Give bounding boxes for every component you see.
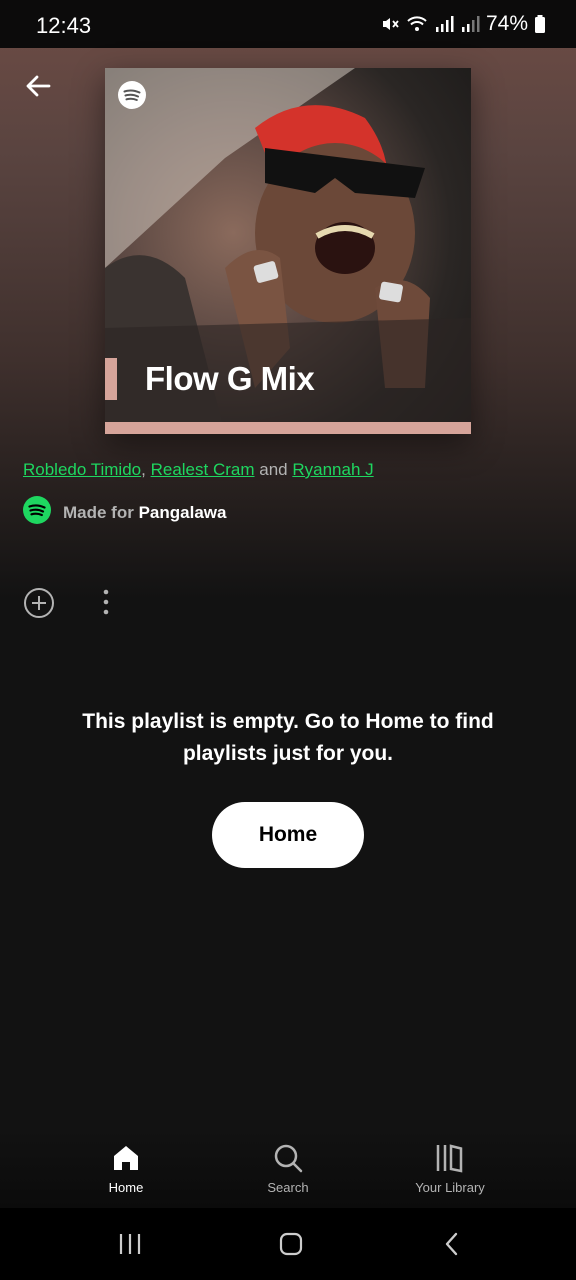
add-to-library-button[interactable] — [22, 586, 56, 620]
system-home-button[interactable] — [271, 1228, 311, 1260]
go-home-button[interactable]: Home — [212, 802, 364, 868]
made-for-prefix: Made for — [63, 502, 134, 522]
nav-item-home[interactable]: Home — [66, 1142, 186, 1195]
cover-bottom-strip — [105, 422, 471, 434]
more-vertical-icon — [103, 589, 109, 615]
cover-title: Flow G Mix — [145, 360, 315, 397]
chevron-left-icon — [445, 1232, 458, 1256]
system-navigation-bar — [0, 1208, 576, 1280]
cover-accent-bar — [105, 358, 117, 400]
artist-link[interactable]: Robledo Timido — [23, 460, 141, 479]
signal-2-icon — [460, 14, 480, 34]
artist-separator: , — [141, 460, 146, 479]
mute-icon — [380, 14, 400, 34]
recent-apps-button[interactable] — [110, 1228, 150, 1260]
playlist-cover-art: Flow G Mix — [105, 68, 471, 434]
nav-label-home: Home — [108, 1180, 144, 1195]
status-time: 12:43 — [36, 13, 92, 38]
battery-percent: 74% — [485, 12, 528, 35]
home-icon — [114, 1146, 138, 1170]
system-back-button[interactable] — [432, 1228, 472, 1260]
artists-line: Robledo Timido, Realest Cram and Ryannah… — [23, 460, 374, 480]
nav-label-library: Your Library — [415, 1180, 485, 1195]
made-for-user[interactable]: Pangalawa — [139, 503, 227, 522]
status-bar: 12:43 74% — [0, 0, 576, 48]
nav-item-library[interactable]: Your Library — [390, 1142, 510, 1195]
more-options-button[interactable] — [94, 586, 118, 620]
recent-apps-icon — [119, 1234, 141, 1254]
battery-icon — [534, 14, 546, 34]
spotify-icon — [23, 496, 51, 529]
plus-circle-icon — [24, 588, 54, 618]
artist-link[interactable]: Realest Cram — [151, 460, 255, 479]
home-square-icon — [279, 1232, 303, 1256]
spotify-logo-icon — [118, 81, 146, 109]
search-icon — [274, 1144, 303, 1173]
nav-item-search[interactable]: Search — [228, 1142, 348, 1195]
artist-separator-and: and — [259, 460, 288, 479]
made-for-line: Made for Pangalawa — [23, 496, 226, 529]
library-icon — [436, 1144, 463, 1173]
arrow-left-icon — [26, 75, 51, 97]
wifi-icon — [406, 14, 428, 34]
nav-label-search: Search — [267, 1180, 309, 1195]
artist-link[interactable]: Ryannah J — [292, 460, 373, 479]
bottom-navigation: Home Search Your Library — [0, 1128, 576, 1208]
status-icons: 74% — [380, 12, 546, 36]
signal-icon — [434, 14, 454, 34]
back-button[interactable] — [18, 66, 58, 106]
empty-playlist-message: This playlist is empty. Go to Home to fi… — [82, 710, 494, 765]
